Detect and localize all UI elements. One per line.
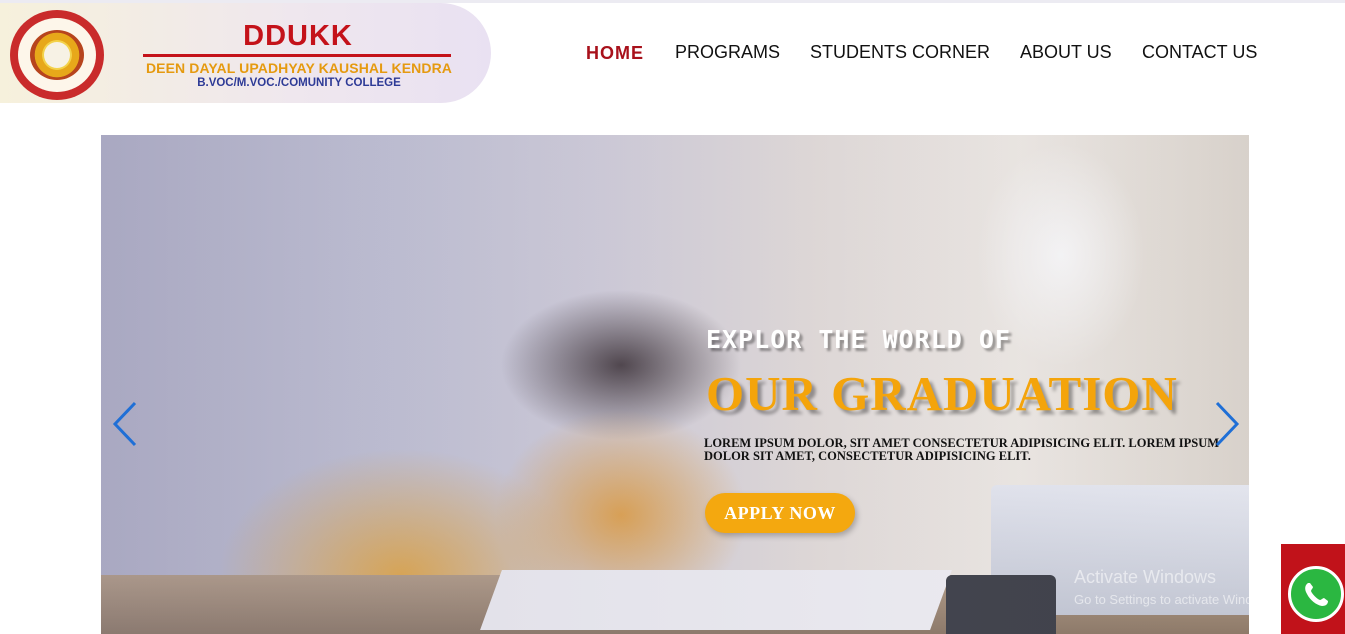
chevron-right-icon xyxy=(1215,401,1240,447)
whatsapp-button[interactable] xyxy=(1281,544,1345,634)
apply-now-button[interactable]: APPLY NOW xyxy=(705,493,855,533)
brand-tagline: B.VOC/M.VOC./COMUNITY COLLEGE xyxy=(197,77,401,89)
hero-paragraph: LOREM IPSUM DOLOR, SIT AMET CONSECTETUR … xyxy=(704,436,1220,463)
chevron-left-icon xyxy=(112,401,137,447)
brand-subtitle: DEEN DAYAL UPADHYAY KAUSHAL KENDRA xyxy=(145,60,453,76)
college-seal-icon xyxy=(10,10,104,100)
activate-windows-subtitle: Go to Settings to activate Windows. xyxy=(1074,592,1249,607)
nav-students-corner[interactable]: STUDENTS CORNER xyxy=(810,42,990,63)
nav-home[interactable]: HOME xyxy=(586,43,644,64)
hero-carousel: EXPLOR THE WORLD OF OUR GRADUATION LOREM… xyxy=(101,135,1249,634)
brand-title: DDUKK xyxy=(243,20,353,52)
hero-line1: EXPLOR THE WORLD OF xyxy=(706,325,1011,354)
carousel-next-button[interactable] xyxy=(1211,400,1241,448)
hero-line2: OUR GRADUATION xyxy=(706,366,1178,421)
brand-logo-block[interactable]: DDUKK DEEN DAYAL UPADHYAY KAUSHAL KENDRA… xyxy=(0,3,491,103)
nav-about-us[interactable]: ABOUT US xyxy=(1020,42,1112,63)
nav-programs[interactable]: PROGRAMS xyxy=(675,42,780,63)
brand-divider xyxy=(143,54,451,57)
activate-windows-title: Activate Windows xyxy=(1074,567,1217,587)
whatsapp-icon xyxy=(1288,566,1344,622)
carousel-prev-button[interactable] xyxy=(111,400,141,448)
nav-contact-us[interactable]: CONTACT US xyxy=(1142,42,1257,63)
